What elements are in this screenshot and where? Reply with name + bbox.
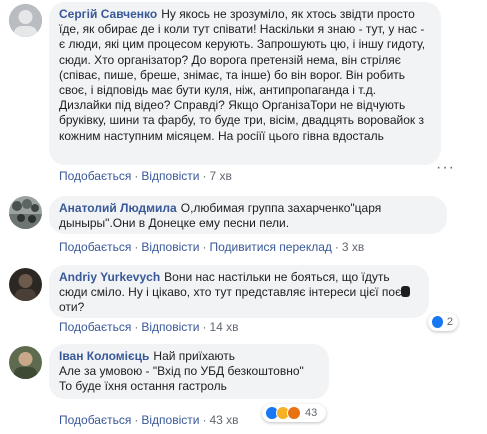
reaction-summary[interactable]: 43 <box>262 404 326 422</box>
comment-actions: Подобається · Відповісти · 14 хв <box>59 320 239 334</box>
more-options-icon[interactable]: ··· <box>436 159 455 177</box>
comment-text-line: Най приїхають <box>153 349 236 363</box>
comment-actions: Подобається · Відповісти · 7 хв <box>59 169 232 183</box>
comment-author[interactable]: Сергій Савченко <box>59 7 157 21</box>
comment-bubble: Іван Коломієць Най приїхають Але за умово… <box>49 344 329 399</box>
comment-text-line: То буде їхня остання гастроль <box>59 379 227 394</box>
like-button[interactable]: Подобається <box>59 240 131 254</box>
like-button[interactable]: Подобається <box>59 320 131 334</box>
like-button[interactable]: Подобається <box>59 169 131 183</box>
comment-author[interactable]: Andriy Yurkevych <box>59 270 160 284</box>
avatar[interactable] <box>9 346 42 379</box>
comment-actions: Подобається · Відповісти · Подивитися перекл… <box>59 240 365 254</box>
comment-time[interactable]: 3 хв <box>342 240 364 254</box>
angry-reaction-icon <box>287 406 301 420</box>
reply-button[interactable]: Відповісти <box>141 169 199 183</box>
comment-bubble: Andriy Yurkevych Вони нас настільки не бо… <box>49 265 429 318</box>
comment-actions: Подобається · Відповісти · 43 хв <box>59 413 239 427</box>
comment-author[interactable]: Анатолий Людмила <box>59 201 177 215</box>
avatar[interactable] <box>9 4 42 37</box>
reply-button[interactable]: Відповісти <box>141 413 199 427</box>
comment-text-line: Але за умовою - "Вхід по УБД безкоштовно… <box>59 364 304 379</box>
comment-text: Ну якось не зрозуміло, як хтось звідти п… <box>59 7 426 143</box>
comment-bubble: Сергій Савченко Ну якось не зрозуміло, як… <box>49 2 441 165</box>
avatar[interactable] <box>9 196 42 229</box>
avatar[interactable] <box>9 268 42 301</box>
redacted-mark <box>401 286 411 298</box>
like-button[interactable]: Подобається <box>59 413 131 427</box>
comment-time[interactable]: 43 хв <box>209 413 238 427</box>
reaction-summary[interactable]: 2 <box>428 313 458 331</box>
comment-author[interactable]: Іван Коломієць <box>59 349 149 363</box>
translate-button[interactable]: Подивитися переклад <box>209 240 331 254</box>
comment-time[interactable]: 14 хв <box>209 320 238 334</box>
like-reaction-icon <box>431 315 444 329</box>
comment-time[interactable]: 7 хв <box>209 169 231 183</box>
reply-button[interactable]: Відповісти <box>141 320 199 334</box>
comment-bubble: Анатолий Людмила О,любимая группа захарче… <box>49 196 447 234</box>
reply-button[interactable]: Відповісти <box>141 240 199 254</box>
